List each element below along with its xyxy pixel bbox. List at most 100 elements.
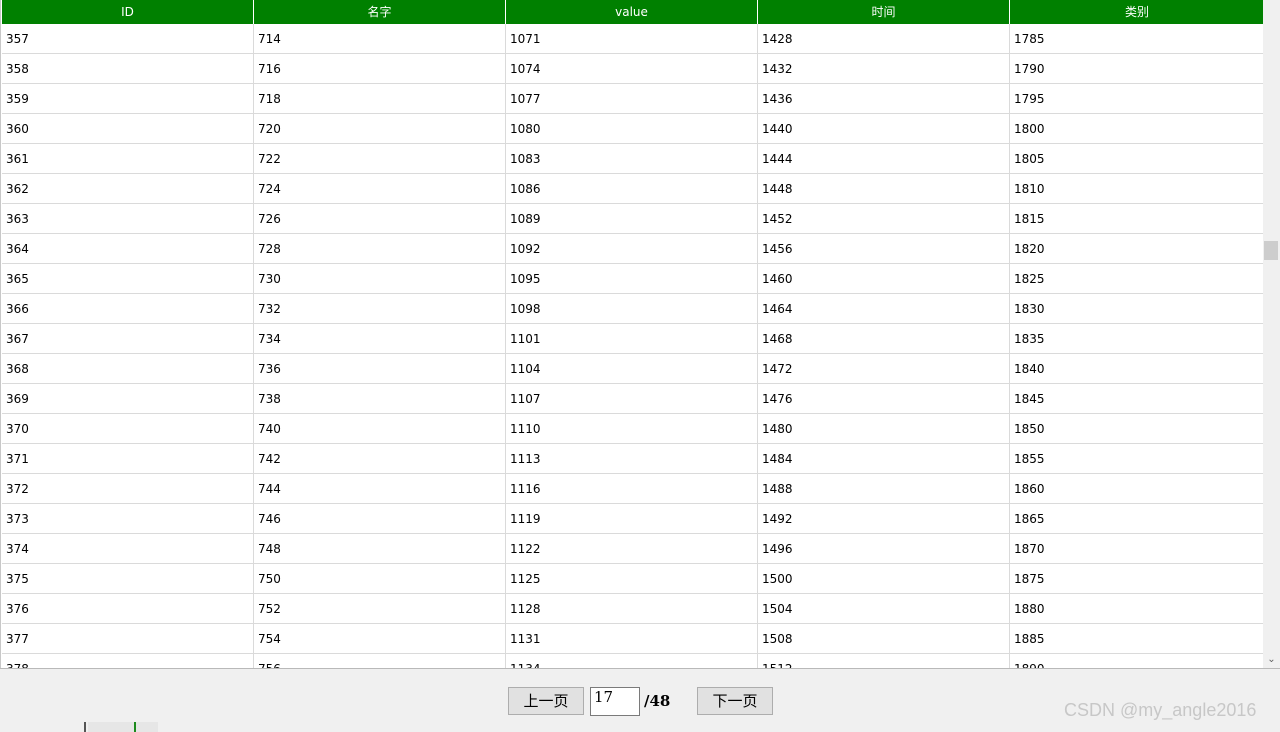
table-row[interactable]: 361 722 1083 1444 1805 [2, 144, 1264, 174]
table-row[interactable]: 357 714 1071 1428 1785 [2, 24, 1264, 54]
cell-value: 1101 [506, 324, 758, 353]
cell-category: 1850 [1014, 422, 1045, 436]
cell-id: 373 [2, 504, 254, 533]
cell-name: 734 [254, 324, 506, 353]
cell-time: 1448 [758, 174, 1010, 203]
column-header-time[interactable]: 时间 [758, 0, 1010, 24]
cell-time: 1452 [758, 204, 1010, 233]
cell-time: 1476 [758, 384, 1010, 413]
cell-category: 1810 [1014, 182, 1045, 196]
total-pages-label: /48 [644, 692, 671, 710]
editor-change-marker [134, 722, 136, 732]
cell-name: 722 [254, 144, 506, 173]
background-code-editor-fragment [84, 722, 484, 732]
table-row[interactable]: 375 750 1125 1500 1875 [2, 564, 1264, 594]
cell-id: 376 [2, 594, 254, 623]
cell-time: 1500 [758, 564, 1010, 593]
cell-category: 1835 [1014, 332, 1045, 346]
scroll-down-arrow-icon[interactable]: ⌄ [1263, 652, 1280, 668]
cell-id: 358 [2, 54, 254, 83]
cell-value: 1131 [506, 624, 758, 653]
column-header-category[interactable]: 类别 [1010, 0, 1264, 24]
cell-name: 750 [254, 564, 506, 593]
prev-page-button[interactable]: 上一页 [508, 687, 584, 715]
table-row[interactable]: 370 740 1110 1480 1850 [2, 414, 1264, 444]
cell-name: 726 [254, 204, 506, 233]
cell-category: 1845 [1014, 392, 1045, 406]
cell-value: 1122 [506, 534, 758, 563]
cell-id: 371 [2, 444, 254, 473]
cell-id: 374 [2, 534, 254, 563]
cell-time: 1468 [758, 324, 1010, 353]
column-header-value[interactable]: value [506, 0, 758, 24]
column-header-name[interactable]: 名字 [254, 0, 506, 24]
cell-category: 1855 [1014, 452, 1045, 466]
cell-name: 728 [254, 234, 506, 263]
cell-name: 746 [254, 504, 506, 533]
cell-name: 756 [254, 654, 506, 668]
table-row[interactable]: 369 738 1107 1476 1845 [2, 384, 1264, 414]
cell-id: 362 [2, 174, 254, 203]
table-row[interactable]: 367 734 1101 1468 1835 [2, 324, 1264, 354]
table-row[interactable]: 372 744 1116 1488 1860 [2, 474, 1264, 504]
cell-value: 1086 [506, 174, 758, 203]
cell-value: 1116 [506, 474, 758, 503]
cell-time: 1436 [758, 84, 1010, 113]
cell-value: 1107 [506, 384, 758, 413]
cell-time: 1428 [758, 24, 1010, 53]
next-page-button[interactable]: 下一页 [697, 687, 773, 715]
cell-id: 365 [2, 264, 254, 293]
cell-category: 1820 [1014, 242, 1045, 256]
cell-category: 1830 [1014, 302, 1045, 316]
cell-category: 1875 [1014, 572, 1045, 586]
watermark: CSDN @my_angle2016 [1064, 700, 1257, 720]
cell-value: 1077 [506, 84, 758, 113]
cell-value: 1128 [506, 594, 758, 623]
cell-name: 714 [254, 24, 506, 53]
cell-value: 1092 [506, 234, 758, 263]
table-row[interactable]: 360 720 1080 1440 1800 [2, 114, 1264, 144]
cell-time: 1460 [758, 264, 1010, 293]
table-row[interactable]: 376 752 1128 1504 1880 [2, 594, 1264, 624]
cell-id: 357 [2, 24, 254, 53]
cell-name: 744 [254, 474, 506, 503]
column-header-id[interactable]: ID [2, 0, 254, 24]
table-row[interactable]: 373 746 1119 1492 1865 [2, 504, 1264, 534]
cell-category: 1870 [1014, 542, 1045, 556]
cell-time: 1492 [758, 504, 1010, 533]
table-row[interactable]: 363 726 1089 1452 1815 [2, 204, 1264, 234]
cell-time: 1444 [758, 144, 1010, 173]
cell-time: 1504 [758, 594, 1010, 623]
table-row[interactable]: 377 754 1131 1508 1885 [2, 624, 1264, 654]
table-row[interactable]: 371 742 1113 1484 1855 [2, 444, 1264, 474]
table-row[interactable]: 378756113415121890 [2, 654, 1264, 668]
cell-category: 1805 [1014, 152, 1045, 166]
table-row[interactable]: 368 736 1104 1472 1840 [2, 354, 1264, 384]
cell-id: 370 [2, 414, 254, 443]
cell-value: 1083 [506, 144, 758, 173]
scrollbar-thumb[interactable] [1264, 241, 1278, 260]
cell-time: 1484 [758, 444, 1010, 473]
cell-name: 752 [254, 594, 506, 623]
cell-category: 1825 [1014, 272, 1045, 286]
cell-value: 1134 [506, 654, 758, 668]
table-row[interactable]: 358 716 1074 1432 1790 [2, 54, 1264, 84]
table-row[interactable]: 374 748 1122 1496 1870 [2, 534, 1264, 564]
table-row[interactable]: 365 730 1095 1460 1825 [2, 264, 1264, 294]
cell-id: 368 [2, 354, 254, 383]
page-number-input[interactable]: 17 [590, 687, 640, 716]
vertical-scrollbar[interactable]: ⌄ [1263, 0, 1280, 668]
data-table: ID 名字 value 时间 类别 357 714 1071 1428 1785 358 7… [0, 0, 1280, 668]
table-row[interactable]: 366 732 1098 1464 1830 [2, 294, 1264, 324]
cell-name: 754 [254, 624, 506, 653]
cell-category: 1885 [1014, 632, 1045, 646]
cell-value: 1113 [506, 444, 758, 473]
table-row[interactable]: 359 718 1077 1436 1795 [2, 84, 1264, 114]
cell-value: 1104 [506, 354, 758, 383]
cell-name: 740 [254, 414, 506, 443]
table-row[interactable]: 362 724 1086 1448 1810 [2, 174, 1264, 204]
cell-name: 720 [254, 114, 506, 143]
cell-value: 1098 [506, 294, 758, 323]
cell-value: 1095 [506, 264, 758, 293]
table-row[interactable]: 364 728 1092 1456 1820 [2, 234, 1264, 264]
